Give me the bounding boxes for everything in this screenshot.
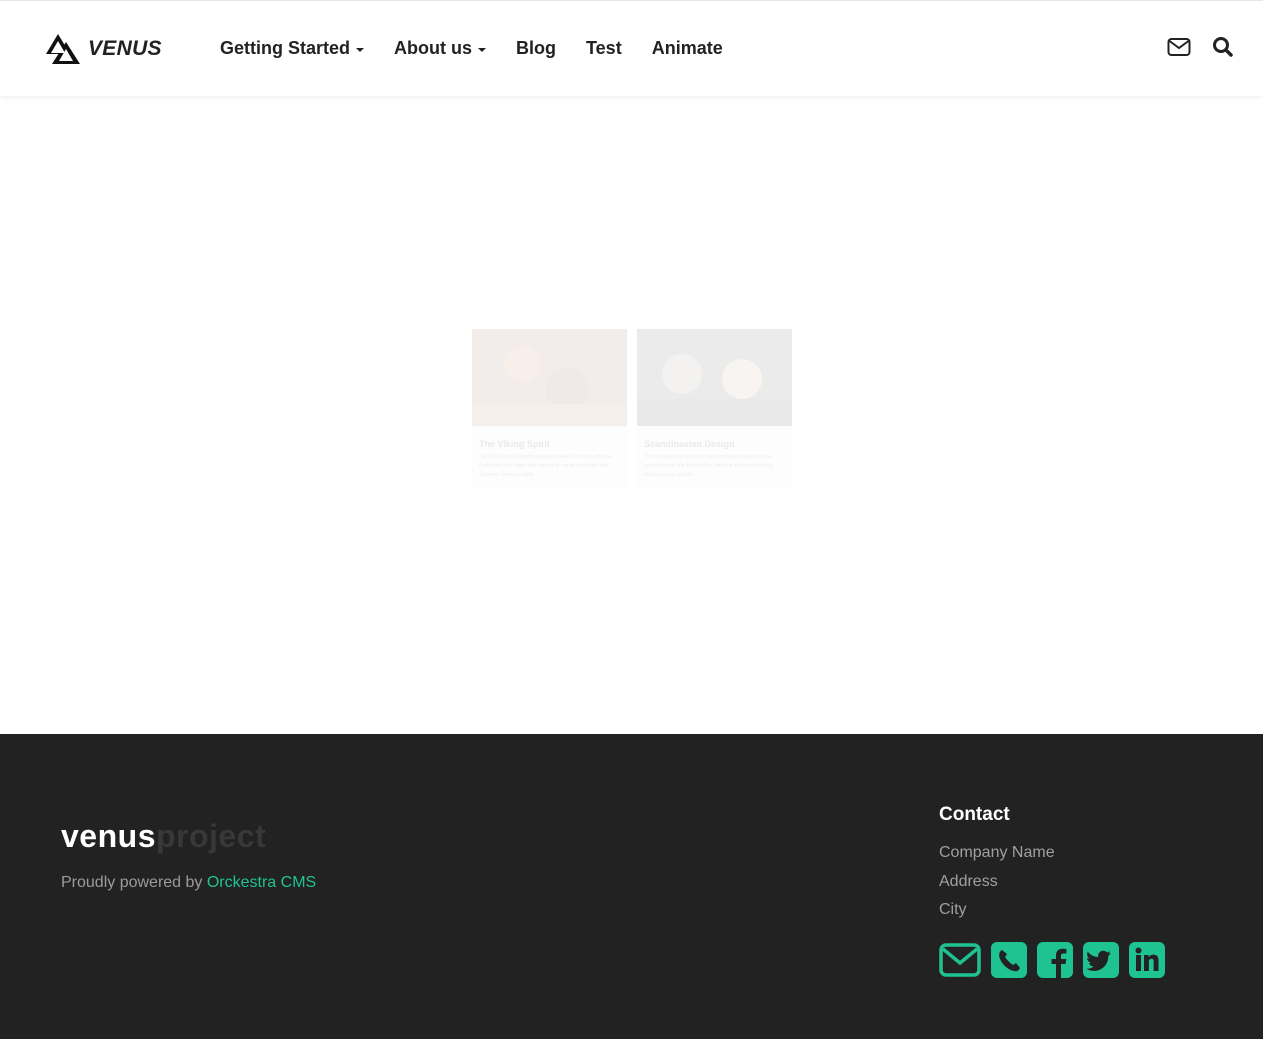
card-text: The Scandinavian focus on both form and …	[644, 454, 773, 478]
nav-item-label: Getting Started	[220, 38, 351, 58]
top-navbar: VENUS Getting Started About us Blog Test…	[0, 0, 1263, 96]
footer-logo-light: project	[155, 818, 267, 854]
linkedin-icon[interactable]	[1129, 942, 1165, 983]
card-image	[472, 329, 627, 426]
card-title: The Viking Spirit	[479, 439, 550, 449]
nav-item-label: Test	[586, 38, 622, 58]
brand-name: VENUS	[88, 37, 162, 60]
card-viking-spirit[interactable]: The Viking Spirit Our CMS let you attrac…	[472, 329, 627, 487]
orckestra-link[interactable]: Orckestra CMS	[207, 874, 316, 891]
envelope-icon[interactable]	[1167, 35, 1191, 59]
footer-logo-bold: venus	[61, 818, 156, 854]
contact-company: Company Name	[939, 844, 1055, 861]
facebook-icon[interactable]	[1037, 942, 1073, 983]
nav-item-test[interactable]: Test	[586, 38, 622, 59]
card-scandinavian-design[interactable]: Scandinavian Design The Scandinavian foc…	[637, 329, 792, 487]
caret-down-icon	[478, 47, 487, 52]
nav-item-animate[interactable]: Animate	[652, 38, 723, 59]
brand-logo[interactable]: VENUS	[46, 31, 162, 67]
nav-item-label: About us	[394, 38, 473, 58]
powered-by-text: Proudly powered by	[61, 874, 207, 891]
nav-item-about-us[interactable]: About us	[394, 38, 487, 59]
nav-item-label: Blog	[516, 38, 557, 58]
card-image	[637, 329, 792, 426]
contact-city: City	[939, 901, 967, 918]
envelope-icon[interactable]	[939, 942, 981, 983]
twitter-icon[interactable]	[1083, 942, 1119, 983]
footer-logo: venusproject	[61, 818, 266, 855]
social-links	[939, 942, 1175, 983]
search-icon[interactable]	[1211, 35, 1235, 59]
feature-cards: The Viking Spirit Our CMS let you attrac…	[472, 329, 802, 487]
footer: venusproject Proudly powered by Orckestr…	[0, 734, 1263, 1039]
caret-down-icon	[356, 47, 365, 52]
card-title: Scandinavian Design	[644, 439, 735, 449]
phone-icon[interactable]	[991, 942, 1027, 983]
nav-item-label: Animate	[651, 38, 723, 58]
contact-heading: Contact	[939, 804, 1010, 825]
main-nav: Getting Started About us Blog Test Anima…	[220, 38, 753, 59]
contact-address: Address	[939, 873, 998, 890]
venus-triangles-logo-icon	[46, 34, 80, 64]
nav-item-blog[interactable]: Blog	[516, 38, 556, 59]
powered-by: Proudly powered by Orckestra CMS	[61, 874, 316, 892]
card-text: Our CMS let you attract customers where …	[479, 454, 614, 478]
nav-item-getting-started[interactable]: Getting Started	[220, 38, 365, 59]
